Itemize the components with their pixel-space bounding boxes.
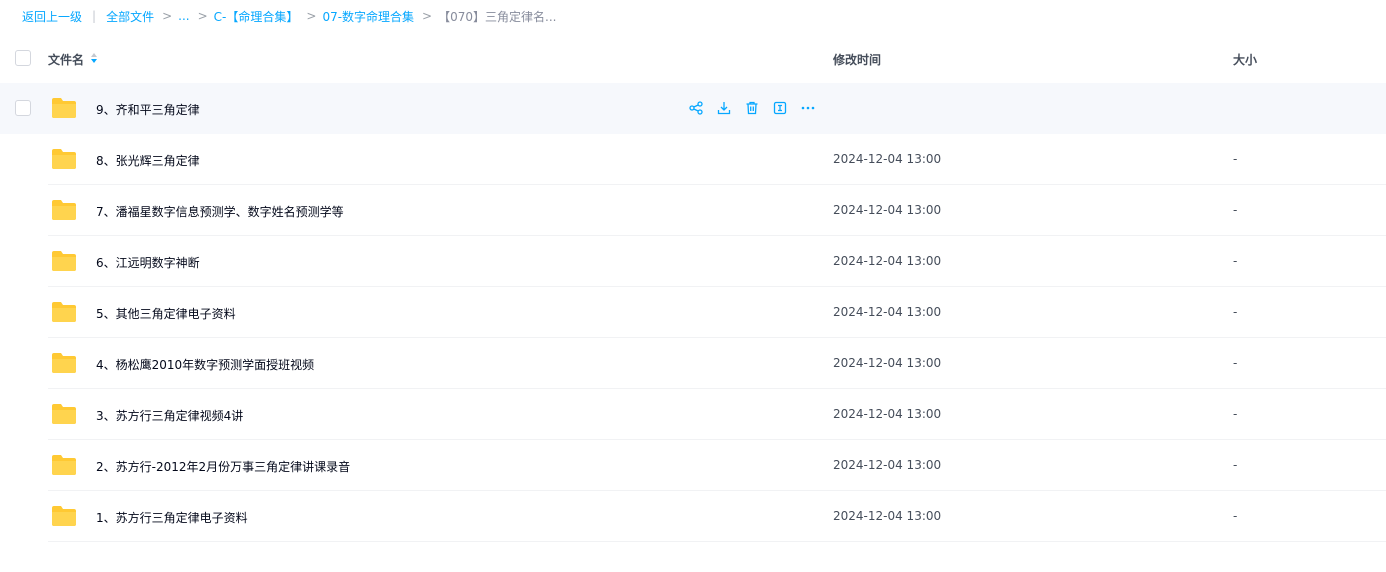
breadcrumb-separator: > <box>422 9 433 23</box>
file-name[interactable]: 5、其他三角定律电子资料 <box>96 305 236 322</box>
file-name[interactable]: 3、苏方行三角定律视频4讲 <box>96 407 243 424</box>
table-row[interactable]: 8、张光辉三角定律 2024-12-04 13:00 - <box>0 134 1386 185</box>
file-time: 2024-12-04 13:00 <box>833 509 942 523</box>
folder-icon <box>52 404 76 424</box>
file-time: 2024-12-04 13:00 <box>833 254 942 268</box>
table-row[interactable]: 5、其他三角定律电子资料 2024-12-04 13:00 - <box>0 287 1386 338</box>
more-icon[interactable] <box>800 100 816 116</box>
file-name[interactable]: 6、江远明数字神断 <box>96 254 200 271</box>
file-time: 2024-12-04 13:00 <box>833 305 942 319</box>
back-link[interactable]: 返回上一级 <box>22 8 82 25</box>
column-header-name[interactable]: 文件名 <box>48 51 98 68</box>
table-row[interactable]: 2、苏方行-2012年2月份万事三角定律讲课录音 2024-12-04 13:0… <box>0 440 1386 491</box>
table-row[interactable]: 4、杨松鹰2010年数字预测学面授班视频 2024-12-04 13:00 - <box>0 338 1386 389</box>
folder-icon <box>52 455 76 475</box>
file-name[interactable]: 1、苏方行三角定律电子资料 <box>96 509 248 526</box>
table-row[interactable]: 7、潘福星数字信息预测学、数字姓名预测学等 2024-12-04 13:00 - <box>0 185 1386 236</box>
file-time: 2024-12-04 13:00 <box>833 407 942 421</box>
breadcrumb-current: 【070】三角定律名... <box>438 9 557 24</box>
folder-icon <box>52 506 76 526</box>
file-time: 2024-12-04 13:00 <box>833 458 942 472</box>
rename-icon[interactable] <box>772 100 788 116</box>
file-time: 2024-12-04 13:00 <box>833 152 942 166</box>
table-row[interactable]: 3、苏方行三角定律视频4讲 2024-12-04 13:00 - <box>0 389 1386 440</box>
table-row[interactable]: 1、苏方行三角定律电子资料 2024-12-04 13:00 - <box>0 491 1386 542</box>
delete-icon[interactable] <box>744 100 760 116</box>
file-name[interactable]: 9、齐和平三角定律 <box>96 101 200 118</box>
column-header-time[interactable]: 修改时间 <box>833 51 881 68</box>
breadcrumb-separator: > <box>162 9 173 23</box>
table-header: 文件名 修改时间 大小 <box>0 34 1386 82</box>
file-size: - <box>1233 305 1238 319</box>
folder-icon <box>52 149 76 169</box>
file-list: 9、齐和平三角定律 8、张光辉三角定律 2024-12-04 13:00 - 7… <box>0 83 1386 542</box>
row-divider <box>48 541 1386 542</box>
row-actions <box>688 100 828 116</box>
breadcrumb-level2[interactable]: 07-数字命理合集 <box>322 8 414 25</box>
file-size: - <box>1233 254 1238 268</box>
column-header-size[interactable]: 大小 <box>1233 51 1257 68</box>
breadcrumb-level1[interactable]: C-【命理合集】 <box>214 8 299 25</box>
breadcrumb-all-files[interactable]: 全部文件 <box>106 8 154 25</box>
file-time: 2024-12-04 13:00 <box>833 203 942 217</box>
sort-icon[interactable] <box>90 52 98 67</box>
table-row[interactable]: 6、江远明数字神断 2024-12-04 13:00 - <box>0 236 1386 287</box>
column-header-name-label: 文件名 <box>48 53 85 67</box>
share-icon[interactable] <box>688 100 704 116</box>
breadcrumb-separator: > <box>306 9 317 23</box>
breadcrumb-divider: | <box>92 9 97 23</box>
folder-icon <box>52 200 76 220</box>
file-name[interactable]: 4、杨松鹰2010年数字预测学面授班视频 <box>96 356 314 373</box>
file-size: - <box>1233 356 1238 370</box>
folder-icon <box>52 251 76 271</box>
download-icon[interactable] <box>716 100 732 116</box>
breadcrumb: 返回上一级 | 全部文件 > ... > C-【命理合集】 > 07-数字命理合… <box>22 7 556 25</box>
file-size: - <box>1233 407 1238 421</box>
file-name[interactable]: 7、潘福星数字信息预测学、数字姓名预测学等 <box>96 203 344 220</box>
folder-icon <box>52 98 76 118</box>
file-size: - <box>1233 509 1238 523</box>
file-size: - <box>1233 458 1238 472</box>
file-time: 2024-12-04 13:00 <box>833 356 942 370</box>
folder-icon <box>52 353 76 373</box>
table-row[interactable]: 9、齐和平三角定律 <box>0 83 1386 134</box>
breadcrumb-separator: > <box>197 9 208 23</box>
row-checkbox[interactable] <box>15 100 31 116</box>
file-name[interactable]: 2、苏方行-2012年2月份万事三角定律讲课录音 <box>96 458 350 475</box>
file-size: - <box>1233 152 1238 166</box>
file-name[interactable]: 8、张光辉三角定律 <box>96 152 200 169</box>
select-all-checkbox[interactable] <box>15 50 31 66</box>
breadcrumb-ellipsis[interactable]: ... <box>178 9 189 23</box>
folder-icon <box>52 302 76 322</box>
file-size: - <box>1233 203 1238 217</box>
